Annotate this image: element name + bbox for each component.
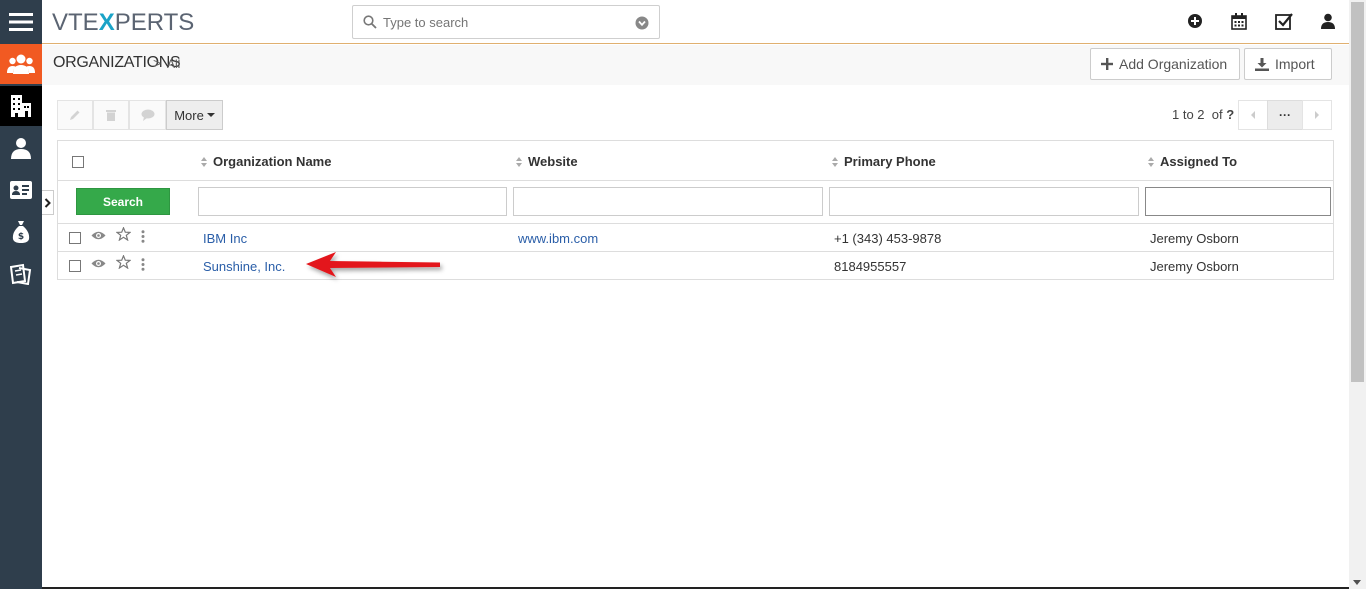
search-input[interactable] bbox=[383, 13, 623, 31]
sidebar-item-leads[interactable] bbox=[0, 170, 42, 210]
sidebar-item-tickets[interactable] bbox=[0, 254, 42, 294]
global-search[interactable] bbox=[352, 5, 660, 39]
star-icon[interactable] bbox=[115, 226, 132, 244]
vertical-scrollbar[interactable] bbox=[1349, 0, 1366, 589]
add-organization-button[interactable]: Add Organization bbox=[1090, 48, 1240, 80]
pencil-icon bbox=[70, 110, 80, 120]
eye-icon[interactable] bbox=[91, 229, 106, 244]
sort-icon bbox=[516, 155, 522, 170]
primary-phone: 8184955557 bbox=[834, 259, 907, 274]
hamburger-menu-icon[interactable] bbox=[0, 2, 42, 42]
table-header: Organization Name Website Primary Phone … bbox=[58, 141, 1333, 181]
user-profile-icon[interactable] bbox=[1321, 13, 1335, 32]
kebab-menu-icon[interactable] bbox=[141, 230, 145, 246]
organizations-table: Organization Name Website Primary Phone … bbox=[57, 140, 1334, 280]
trash-icon bbox=[106, 110, 116, 121]
column-header-organization-name[interactable]: Organization Name bbox=[201, 154, 331, 170]
total-count-button[interactable]: ? bbox=[1226, 107, 1234, 122]
filter-organization-name-input[interactable] bbox=[198, 187, 507, 216]
sidebar-item-organizations[interactable] bbox=[0, 86, 42, 126]
chevron-right-icon bbox=[44, 197, 51, 208]
chevron-down-circle-icon[interactable] bbox=[635, 16, 649, 33]
tickets-icon bbox=[10, 263, 32, 285]
sidebar-item-users[interactable] bbox=[0, 44, 42, 84]
search-button[interactable]: Search bbox=[76, 188, 170, 215]
previous-page-button[interactable] bbox=[1238, 100, 1268, 130]
column-header-website[interactable]: Website bbox=[516, 154, 578, 170]
row-checkbox[interactable] bbox=[69, 260, 81, 272]
row-checkbox[interactable] bbox=[69, 232, 81, 244]
filter-row: Search bbox=[58, 182, 1333, 224]
comment-icon bbox=[141, 109, 154, 121]
chevron-right-icon bbox=[1315, 111, 1319, 119]
organization-name-link[interactable]: Sunshine, Inc. bbox=[203, 259, 285, 274]
next-page-button[interactable] bbox=[1302, 100, 1332, 130]
filter-assigned-to-input[interactable] bbox=[1145, 187, 1331, 216]
column-header-primary-phone[interactable]: Primary Phone bbox=[832, 154, 936, 170]
table-row[interactable]: Sunshine, Inc. 8184955557 Jeremy Osborn bbox=[58, 252, 1333, 280]
primary-phone: +1 (343) 453-9878 bbox=[834, 231, 942, 246]
plus-icon bbox=[1101, 58, 1113, 70]
calendar-icon[interactable] bbox=[1231, 13, 1247, 33]
search-icon bbox=[363, 15, 377, 32]
edit-button[interactable] bbox=[57, 100, 93, 130]
svg-text:$: $ bbox=[18, 232, 24, 242]
annotation-arrow-icon bbox=[306, 252, 440, 277]
table-row[interactable]: IBM Inc www.ibm.com +1 (343) 453-9878 Je… bbox=[58, 224, 1333, 252]
delete-button[interactable] bbox=[93, 100, 129, 130]
sidebar: $ bbox=[0, 0, 42, 589]
comment-button[interactable] bbox=[129, 100, 166, 130]
sort-icon bbox=[201, 155, 207, 170]
top-header: VTEXPERTS bbox=[42, 0, 1349, 44]
building-icon bbox=[11, 95, 31, 117]
pagination-info: 1 to 2 of ? bbox=[1172, 107, 1235, 122]
contact-card-icon bbox=[10, 181, 32, 199]
filter-website-input[interactable] bbox=[513, 187, 823, 216]
sort-icon bbox=[1148, 155, 1154, 170]
chevron-left-icon bbox=[1251, 111, 1255, 119]
vtexperts-logo[interactable]: VTEXPERTS bbox=[52, 9, 194, 37]
expand-sidebar-button[interactable] bbox=[42, 190, 54, 215]
assigned-to: Jeremy Osborn bbox=[1150, 231, 1239, 246]
star-icon[interactable] bbox=[115, 254, 132, 272]
sidebar-item-contacts[interactable] bbox=[0, 128, 42, 168]
select-all-checkbox[interactable] bbox=[72, 156, 84, 168]
sort-icon bbox=[832, 155, 838, 170]
breadcrumb-separator: > bbox=[153, 55, 162, 71]
module-title[interactable]: ORGANIZATIONS bbox=[53, 54, 181, 72]
website-link[interactable]: www.ibm.com bbox=[518, 231, 598, 246]
more-dropdown[interactable]: More bbox=[166, 100, 223, 130]
page-jump-button[interactable]: ··· bbox=[1267, 100, 1303, 130]
kebab-menu-icon[interactable] bbox=[141, 258, 145, 274]
filter-primary-phone-input[interactable] bbox=[829, 187, 1139, 216]
money-bag-icon: $ bbox=[12, 221, 30, 243]
caret-down-icon bbox=[206, 113, 215, 117]
add-circle-icon[interactable] bbox=[1187, 13, 1203, 32]
person-icon bbox=[11, 138, 31, 159]
tasks-icon[interactable] bbox=[1275, 13, 1293, 33]
import-button[interactable]: Import bbox=[1244, 48, 1332, 80]
column-header-assigned-to[interactable]: Assigned To bbox=[1148, 154, 1237, 170]
download-icon bbox=[1255, 57, 1269, 71]
scroll-down-arrow-icon[interactable] bbox=[1353, 580, 1361, 585]
eye-icon[interactable] bbox=[91, 257, 106, 272]
assigned-to: Jeremy Osborn bbox=[1150, 259, 1239, 274]
filter-name[interactable]: All bbox=[167, 57, 180, 71]
organization-name-link[interactable]: IBM Inc bbox=[203, 231, 247, 246]
sidebar-item-opportunities[interactable]: $ bbox=[0, 212, 42, 252]
breadcrumb: ORGANIZATIONS > All Add Organization Imp… bbox=[42, 45, 1349, 85]
users-icon bbox=[7, 54, 35, 74]
scrollbar-thumb[interactable] bbox=[1351, 2, 1364, 382]
